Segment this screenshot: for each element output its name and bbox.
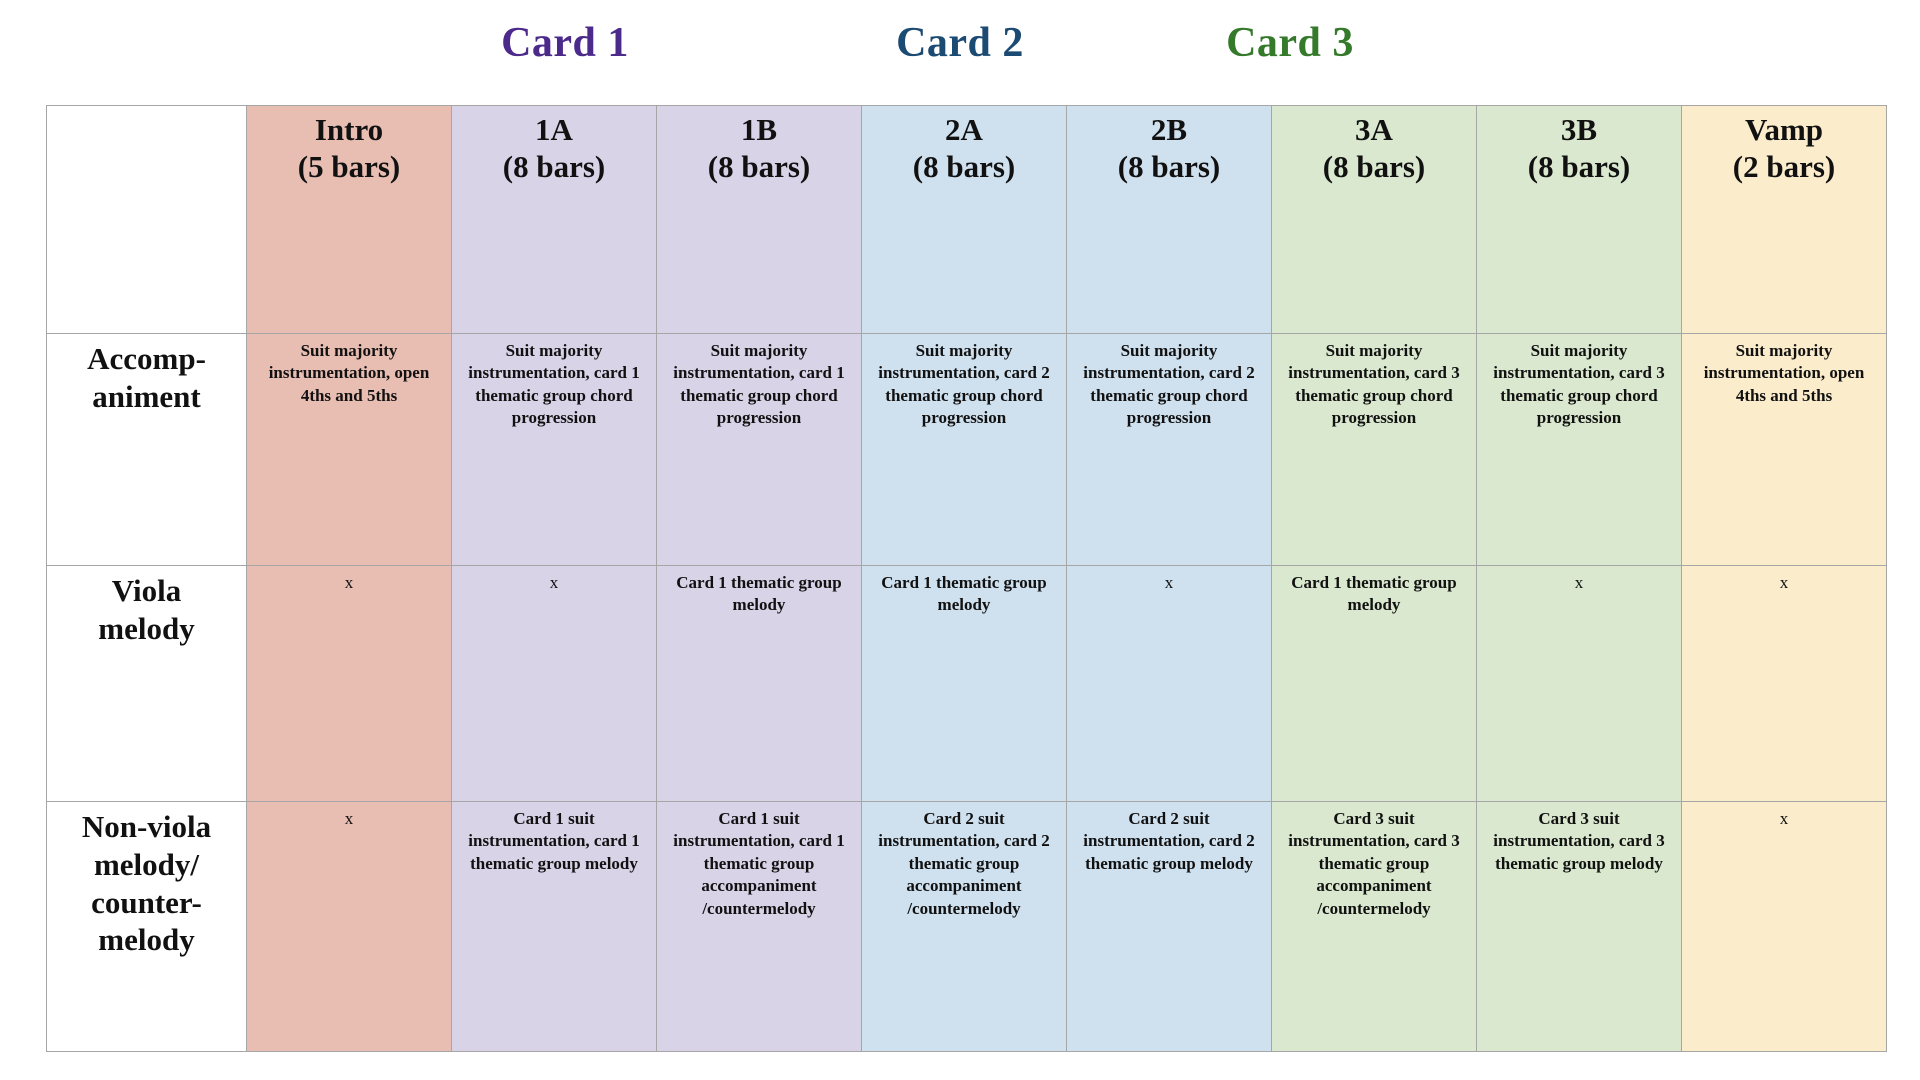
table-body: Accomp-animent Suit majority instrumentat… xyxy=(46,333,1887,1052)
column-header-bars: (8 bars) xyxy=(1117,148,1221,184)
row-label-line: Viola xyxy=(111,573,182,608)
column-header-bars: (8 bars) xyxy=(912,148,1016,184)
cell-content: Suit majority instrumentation, card 1 th… xyxy=(656,333,862,566)
row-label-line: counter- xyxy=(91,884,202,920)
card-group-label-1: Card 1 xyxy=(501,20,629,66)
table-row: Viola melody x x Card 1 thematic group melod… xyxy=(46,565,1887,802)
header-row: Intro (5 bars) 1A (8 bars) 1B (8 bars) 2A (8 ba… xyxy=(46,105,1887,334)
cell-content: Card 1 thematic group melody xyxy=(1271,565,1477,802)
column-header-bars: (8 bars) xyxy=(502,148,606,184)
column-header-vamp: Vamp (2 bars) xyxy=(1681,105,1887,334)
table-header: Intro (5 bars) 1A (8 bars) 1B (8 bars) 2A (8 ba… xyxy=(46,105,1887,334)
column-header-bars: (8 bars) xyxy=(1322,148,1426,184)
cell-content: Suit majority instrumentation, card 2 th… xyxy=(861,333,1067,566)
cell-content: Suit majority instrumentation, open 4ths… xyxy=(1681,333,1887,566)
column-header-intro: Intro (5 bars) xyxy=(246,105,452,334)
cell-content: Suit majority instrumentation, card 1 th… xyxy=(451,333,657,566)
card-group-label-3: Card 3 xyxy=(1226,20,1354,66)
card-group-labels: Card 1 Card 2 Card 3 xyxy=(40,12,1910,82)
cell-content: Card 1 thematic group melody xyxy=(656,565,862,802)
column-header-name: Intro xyxy=(314,112,384,147)
cell-empty-marker: x xyxy=(1476,565,1682,802)
table-row: Non-viola melody/counter-melody x Card 1 su… xyxy=(46,801,1887,1052)
column-header-name: 1A xyxy=(535,112,573,147)
row-label-line: animent xyxy=(92,378,201,414)
column-header-name: 3B xyxy=(1560,112,1598,147)
cell-empty-marker: x xyxy=(246,565,452,802)
column-header-bars: (5 bars) xyxy=(297,148,401,184)
cell-empty-marker: x xyxy=(1681,801,1887,1052)
table-corner-cell xyxy=(46,105,247,334)
card-group-label-2: Card 2 xyxy=(896,20,1024,66)
song-structure-table: Intro (5 bars) 1A (8 bars) 1B (8 bars) 2A (8 ba… xyxy=(46,105,1887,1052)
column-header-bars: (8 bars) xyxy=(707,148,811,184)
cell-content: Card 3 suit instrumentation, card 3 them… xyxy=(1476,801,1682,1052)
column-header-2a: 2A (8 bars) xyxy=(861,105,1067,334)
row-label-line: Non-viola xyxy=(81,809,212,844)
column-header-3b: 3B (8 bars) xyxy=(1476,105,1682,334)
cell-content: Card 2 suit instrumentation, card 2 them… xyxy=(861,801,1067,1052)
cell-content: Card 1 suit instrumentation, card 1 them… xyxy=(656,801,862,1052)
page-root: Card 1 Card 2 Card 3 Intro (5 bars) 1A (8 b… xyxy=(0,0,1920,1080)
cell-empty-marker: x xyxy=(1066,565,1272,802)
column-header-name: Vamp xyxy=(1744,112,1824,147)
column-header-1b: 1B (8 bars) xyxy=(656,105,862,334)
cell-empty-marker: x xyxy=(1681,565,1887,802)
cell-content: Suit majority instrumentation, card 3 th… xyxy=(1476,333,1682,566)
cell-empty-marker: x xyxy=(246,801,452,1052)
table-row: Accomp-animent Suit majority instrumentat… xyxy=(46,333,1887,566)
cell-content: Card 1 suit instrumentation, card 1 them… xyxy=(451,801,657,1052)
column-header-name: 2B xyxy=(1150,112,1188,147)
row-label: Non-viola melody/counter-melody xyxy=(46,801,247,1052)
column-header-1a: 1A (8 bars) xyxy=(451,105,657,334)
column-header-bars: (2 bars) xyxy=(1732,148,1836,184)
column-header-2b: 2B (8 bars) xyxy=(1066,105,1272,334)
row-label: Viola melody xyxy=(46,565,247,802)
cell-content: Card 3 suit instrumentation, card 3 them… xyxy=(1271,801,1477,1052)
cell-content: Suit majority instrumentation, card 2 th… xyxy=(1066,333,1272,566)
cell-content: Suit majority instrumentation, card 3 th… xyxy=(1271,333,1477,566)
row-label: Accomp-animent xyxy=(46,333,247,566)
row-label-line: Accomp- xyxy=(87,341,206,376)
column-header-name: 1B xyxy=(740,112,778,147)
column-header-name: 2A xyxy=(945,112,983,147)
cell-empty-marker: x xyxy=(451,565,657,802)
column-header-bars: (8 bars) xyxy=(1527,148,1631,184)
cell-content: Card 1 thematic group melody xyxy=(861,565,1067,802)
column-header-name: 3A xyxy=(1355,112,1393,147)
row-label-line: melody xyxy=(98,610,195,646)
column-header-3a: 3A (8 bars) xyxy=(1271,105,1477,334)
row-label-line: melody/ xyxy=(93,846,200,882)
cell-content: Suit majority instrumentation, open 4ths… xyxy=(246,333,452,566)
row-label-line: melody xyxy=(98,922,195,958)
cell-content: Card 2 suit instrumentation, card 2 them… xyxy=(1066,801,1272,1052)
